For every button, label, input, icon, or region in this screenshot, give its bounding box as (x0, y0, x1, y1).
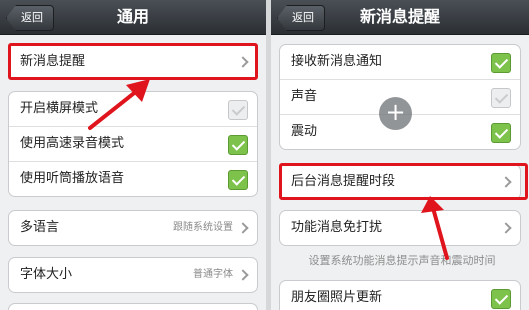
row-label: 字体大小 (20, 267, 73, 282)
checkmark-icon (494, 55, 509, 69)
new-message-group: 新消息提醒 (8, 44, 258, 80)
chevron-right-icon (237, 222, 249, 234)
chevron-right-icon (500, 222, 512, 234)
new-message-alert-screen: 新消息提醒 返回 接收新消息通知 声音 震动 后台消息提醒时段 功能消息免打扰 … (271, 0, 529, 310)
checkmark-icon (494, 90, 509, 104)
language-value: 跟随系统设置 (173, 222, 233, 233)
new-message-alert-row[interactable]: 新消息提醒 (9, 45, 257, 79)
chevron-right-icon (237, 56, 249, 68)
font-size-group: 字体大小 普通字体 (8, 257, 258, 293)
row-label: 震动 (291, 124, 318, 139)
font-size-value: 普通字体 (193, 269, 233, 280)
function-dnd-row[interactable]: 功能消息免打扰 (280, 211, 520, 245)
row-label: 使用听筒播放语音 (20, 171, 125, 186)
row-label: 朋友圈照片更新 (291, 290, 383, 305)
row-label: 使用高速录音模式 (20, 136, 125, 151)
row-label: 多语言 (20, 220, 60, 235)
high-speed-recording-row[interactable]: 使用高速录音模式 (9, 126, 257, 161)
background-alert-group: 后台消息提醒时段 (279, 164, 521, 200)
next-group (8, 303, 258, 310)
row-label: 后台消息提醒时段 (291, 174, 396, 189)
back-button[interactable]: 返回 (6, 5, 54, 31)
receive-notifications-row[interactable]: 接收新消息通知 (280, 45, 520, 79)
dnd-hint-text: 设置系统功能消息提示声音和震动时间 (308, 254, 496, 267)
moments-photo-update-checkbox[interactable] (491, 289, 511, 309)
landscape-mode-checkbox[interactable] (228, 100, 248, 120)
high-speed-recording-checkbox[interactable] (228, 135, 248, 155)
row-label: 新消息提醒 (20, 54, 86, 69)
row-label: 声音 (291, 89, 318, 104)
receive-notifications-checkbox[interactable] (491, 53, 511, 73)
background-alert-period-row[interactable]: 后台消息提醒时段 (280, 165, 520, 199)
font-size-row[interactable]: 字体大小 普通字体 (9, 258, 257, 292)
nav-bar: 新消息提醒 返回 (271, 0, 529, 35)
row-label: 接收新消息通知 (291, 54, 383, 69)
back-button[interactable]: 返回 (277, 5, 325, 31)
row-label: 开启横屏模式 (20, 101, 99, 116)
checkmark-icon (231, 102, 246, 116)
chevron-right-icon (500, 176, 512, 188)
landscape-mode-row[interactable]: 开启横屏模式 (9, 92, 257, 126)
plus-icon[interactable]: + (379, 97, 412, 130)
chevron-right-icon (237, 269, 249, 281)
checkmark-icon (494, 291, 509, 305)
language-row[interactable]: 多语言 跟随系统设置 (9, 211, 257, 245)
row-label: 功能消息免打扰 (291, 220, 383, 235)
toggle-group: 开启横屏模式 使用高速录音模式 使用听筒播放语音 (8, 91, 258, 197)
earpiece-playback-row[interactable]: 使用听筒播放语音 (9, 161, 257, 196)
general-settings-screen: 通用 返回 新消息提醒 开启横屏模式 使用高速录音模式 使用听筒播放语音 多语言… (0, 0, 266, 310)
nav-bar: 通用 返回 (0, 0, 266, 35)
checkmark-icon (231, 172, 246, 186)
checkmark-icon (494, 125, 509, 139)
sound-checkbox[interactable] (491, 88, 511, 108)
language-group: 多语言 跟随系统设置 (8, 210, 258, 246)
moments-group: 朋友圈照片更新 (279, 280, 521, 310)
earpiece-playback-checkbox[interactable] (228, 170, 248, 190)
moments-photo-update-row[interactable]: 朋友圈照片更新 (280, 281, 520, 310)
vibration-checkbox[interactable] (491, 123, 511, 143)
do-not-disturb-group: 功能消息免打扰 (279, 210, 521, 246)
checkmark-icon (231, 137, 246, 151)
